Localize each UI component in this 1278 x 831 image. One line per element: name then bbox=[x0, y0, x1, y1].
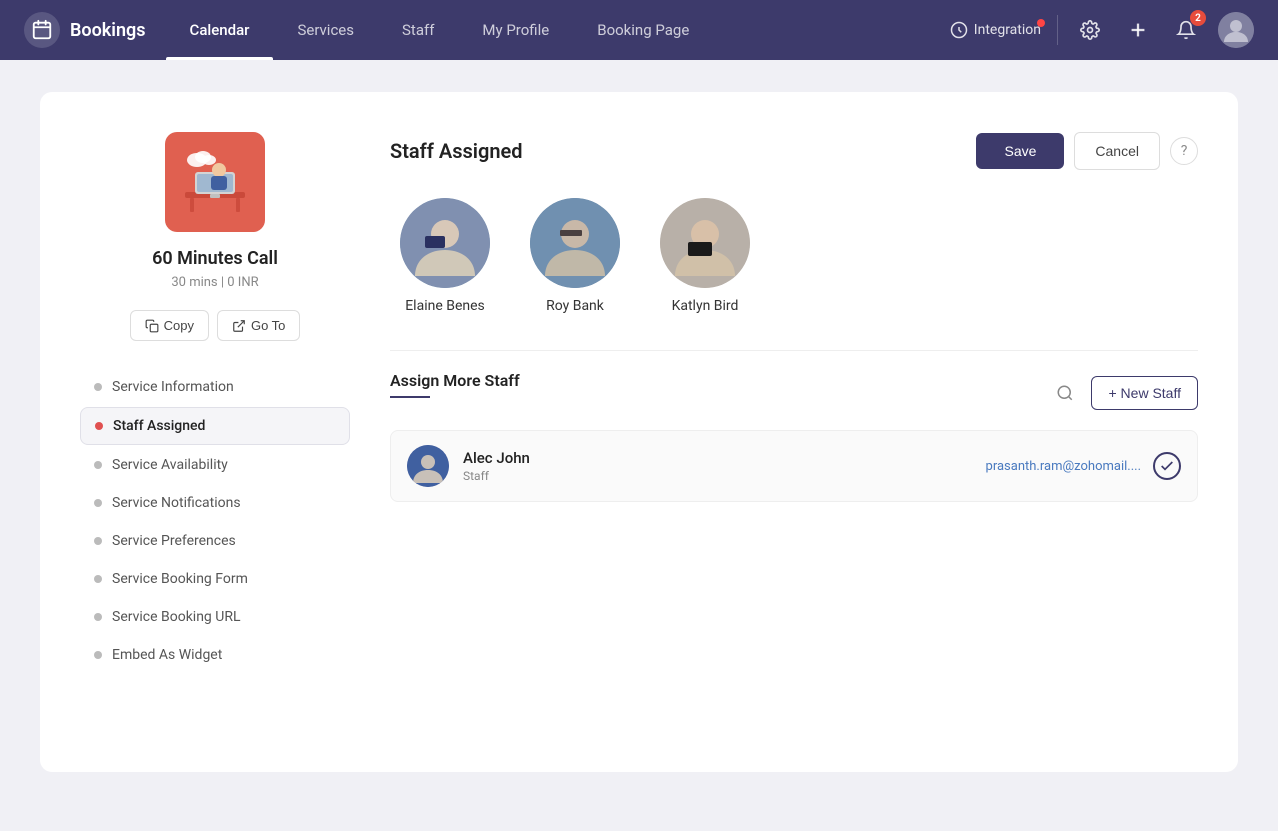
service-name: 60 Minutes Call bbox=[152, 248, 278, 269]
staff-item: Katlyn Bird bbox=[660, 198, 750, 314]
new-staff-button[interactable]: + New Staff bbox=[1091, 376, 1198, 410]
cancel-button[interactable]: Cancel bbox=[1074, 132, 1160, 170]
menu-dot bbox=[94, 613, 102, 621]
section-title: Staff Assigned bbox=[390, 139, 976, 163]
menu-dot bbox=[94, 499, 102, 507]
assign-section: Assign More Staff + New Staff bbox=[390, 350, 1198, 502]
service-meta: 30 mins | 0 INR bbox=[171, 275, 258, 290]
staff-grid: Elaine Benes Roy Bank bbox=[390, 198, 1198, 314]
right-content: Staff Assigned Save Cancel ? bbox=[390, 132, 1198, 732]
nav-right: Integration 2 bbox=[950, 12, 1254, 48]
staff-list-name: Alec John bbox=[463, 449, 986, 467]
save-button[interactable]: Save bbox=[976, 133, 1064, 169]
nav-my-profile[interactable]: My Profile bbox=[458, 0, 573, 60]
nav-booking-page[interactable]: Booking Page bbox=[573, 0, 713, 60]
main-content: 60 Minutes Call 30 mins | 0 INR Copy bbox=[0, 60, 1278, 804]
sidebar-menu: Service Information Staff Assigned Servi… bbox=[80, 369, 350, 675]
staff-item: Roy Bank bbox=[530, 198, 620, 314]
assign-header: Assign More Staff + New Staff bbox=[390, 371, 1198, 414]
notifications-button[interactable]: 2 bbox=[1170, 14, 1202, 46]
left-sidebar: 60 Minutes Call 30 mins | 0 INR Copy bbox=[80, 132, 350, 732]
menu-dot bbox=[94, 383, 102, 391]
staff-list-role: Staff bbox=[463, 469, 986, 483]
staff-name-elaine: Elaine Benes bbox=[405, 298, 485, 314]
integration-link[interactable]: Integration bbox=[950, 21, 1041, 39]
search-button[interactable] bbox=[1049, 377, 1081, 409]
copy-button[interactable]: Copy bbox=[130, 310, 209, 341]
nav-calendar[interactable]: Calendar bbox=[166, 0, 274, 60]
menu-dot-active bbox=[95, 422, 103, 430]
sidebar-item-service-notifications[interactable]: Service Notifications bbox=[80, 485, 350, 521]
menu-dot bbox=[94, 651, 102, 659]
help-button[interactable]: ? bbox=[1170, 137, 1198, 165]
assign-underline bbox=[390, 396, 430, 398]
sidebar-item-staff-assigned[interactable]: Staff Assigned bbox=[80, 407, 350, 445]
section-header: Staff Assigned Save Cancel ? bbox=[390, 132, 1198, 170]
sidebar-item-service-booking-url[interactable]: Service Booking URL bbox=[80, 599, 350, 635]
staff-check-button[interactable] bbox=[1153, 452, 1181, 480]
settings-button[interactable] bbox=[1074, 14, 1106, 46]
staff-list-info: Alec John Staff bbox=[463, 449, 986, 483]
sidebar-item-service-booking-form[interactable]: Service Booking Form bbox=[80, 561, 350, 597]
staff-list-item: Alec John Staff prasanth.ram@zohomail...… bbox=[390, 430, 1198, 502]
menu-dot bbox=[94, 461, 102, 469]
brand-name: Bookings bbox=[70, 20, 146, 41]
service-actions: Copy Go To bbox=[130, 310, 301, 341]
staff-name-roy: Roy Bank bbox=[546, 298, 604, 314]
page-card: 60 Minutes Call 30 mins | 0 INR Copy bbox=[40, 92, 1238, 772]
goto-icon bbox=[232, 319, 246, 333]
notification-badge: 2 bbox=[1190, 10, 1206, 26]
brand[interactable]: Bookings bbox=[24, 12, 146, 48]
service-thumbnail bbox=[165, 132, 265, 232]
staff-avatar-roy bbox=[530, 198, 620, 288]
nav-divider bbox=[1057, 15, 1058, 45]
assign-title-wrapper: Assign More Staff bbox=[390, 371, 1049, 414]
staff-avatar-katlyn bbox=[660, 198, 750, 288]
goto-button[interactable]: Go To bbox=[217, 310, 300, 341]
nav-links: Calendar Services Staff My Profile Booki… bbox=[166, 0, 950, 60]
staff-avatar-elaine bbox=[400, 198, 490, 288]
add-button[interactable] bbox=[1122, 14, 1154, 46]
sidebar-item-service-preferences[interactable]: Service Preferences bbox=[80, 523, 350, 559]
nav-services[interactable]: Services bbox=[273, 0, 378, 60]
menu-dot bbox=[94, 575, 102, 583]
staff-list-avatar-alec bbox=[407, 445, 449, 487]
sidebar-item-embed-as-widget[interactable]: Embed As Widget bbox=[80, 637, 350, 673]
sidebar-item-service-information[interactable]: Service Information bbox=[80, 369, 350, 405]
staff-name-katlyn: Katlyn Bird bbox=[672, 298, 739, 314]
sidebar-item-service-availability[interactable]: Service Availability bbox=[80, 447, 350, 483]
nav-staff[interactable]: Staff bbox=[378, 0, 458, 60]
navbar: Bookings Calendar Services Staff My Prof… bbox=[0, 0, 1278, 60]
assign-title: Assign More Staff bbox=[390, 371, 1049, 390]
staff-item: Elaine Benes bbox=[400, 198, 490, 314]
staff-list-email: prasanth.ram@zohomail.... bbox=[986, 459, 1141, 474]
user-avatar[interactable] bbox=[1218, 12, 1254, 48]
menu-dot bbox=[94, 537, 102, 545]
copy-icon bbox=[145, 319, 159, 333]
brand-icon bbox=[24, 12, 60, 48]
integration-dot bbox=[1037, 19, 1045, 27]
